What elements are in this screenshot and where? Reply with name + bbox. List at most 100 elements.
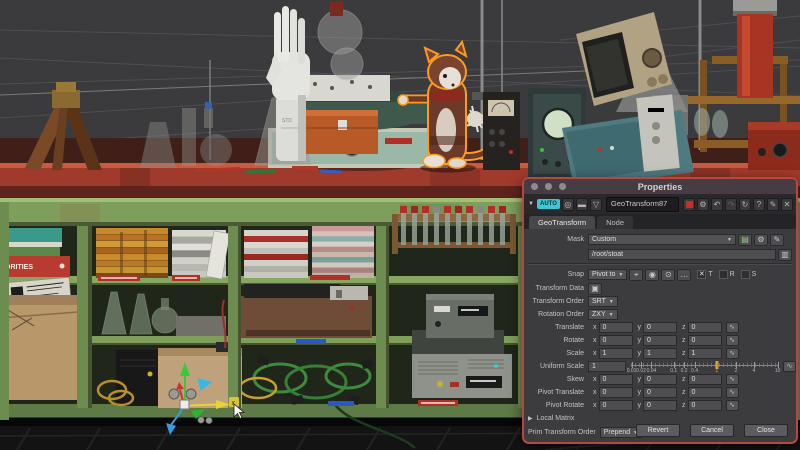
panel-tabs: GeoTransform Node [524,214,796,229]
rotation-order-dropdown[interactable]: ZXY ▼ [588,309,618,320]
snap-circle-icon[interactable]: ◉ [645,268,660,281]
curve-icon[interactable]: ∿ [725,387,739,398]
pivot-translate-y-field[interactable]: 0 [643,387,677,398]
shelf-board-games[interactable]: ORITIES [0,228,70,277]
tesla-coil[interactable] [733,0,777,98]
skew-z-field[interactable]: 0 [687,374,722,385]
skew-y-field[interactable]: 0 [643,374,677,385]
rotate-z-field[interactable]: 0 [687,335,722,346]
close-button[interactable]: Close [744,424,788,437]
pivot-translate-z-field[interactable]: 0 [687,387,722,398]
refresh-icon[interactable]: ↻ [739,197,751,211]
snap-translate-checkbox[interactable]: ✕ [697,270,707,279]
shelf-books-red-white[interactable] [244,230,308,278]
translate-y-field[interactable]: 0 [643,322,677,333]
pivot-rotate-y-field[interactable]: 0 [643,400,677,411]
snap-scale-checkbox[interactable] [740,270,750,279]
scale-z-field[interactable]: 1 [687,348,722,359]
chevron-down-icon[interactable]: ▼ [527,198,535,211]
skew-x-field[interactable]: 0 [598,374,633,385]
shelf-books-white[interactable] [172,230,231,280]
local-matrix-section[interactable]: ▶ Local Matrix [528,413,796,424]
translate-z-field[interactable]: 0 [687,322,722,333]
panel-footer: Revert Cancel Close [636,424,788,437]
curve-icon[interactable]: ∿ [725,335,739,346]
panel-titlebar[interactable]: Properties [524,179,796,194]
curve-icon[interactable]: ∿ [725,374,739,385]
voltmeter-box[interactable] [483,92,520,170]
orange-toolbox[interactable] [306,110,378,154]
scale-y-field[interactable]: 1 [643,348,677,359]
presets-icon[interactable]: ◎ [561,197,574,211]
glove-stamp: STD [282,118,292,124]
scale-x-field[interactable]: 1 [598,348,633,359]
record-button[interactable] [683,197,695,211]
revert-button[interactable]: Revert [636,424,680,437]
transform-order-label: Transform Order [532,298,584,305]
chevron-down-icon: ▼ [608,311,614,318]
curve-icon[interactable]: ∿ [725,400,739,411]
compare-icon[interactable]: ▬ [575,197,588,211]
slider-tick-label: 0.1 [670,367,678,374]
chevron-down-icon: ▼ [608,298,614,305]
curve-icon[interactable]: ∿ [725,348,739,359]
page-icon[interactable]: ▥ [778,248,792,261]
shelf-books-orange[interactable] [96,228,168,278]
slider-tick-label: 2 [734,367,738,374]
panel-header-row: ▼ AUTO ◎ ▬ ▽ GeoTransform87 ⚙ ↶ ↷ ↻ ? ✎ … [524,194,796,214]
properties-panel: Properties ▼ AUTO ◎ ▬ ▽ GeoTransform87 ⚙… [522,177,798,444]
node-name-field[interactable]: GeoTransform87 [605,196,679,212]
slider-tick-label: 10 [774,367,781,374]
collapsed-triangle-icon[interactable]: ▶ [528,415,533,422]
transform-data-label: Transform Data [535,285,584,292]
translate-x-field[interactable]: 0 [598,322,633,333]
mask-label: Mask [567,236,584,243]
uniform-scale-field[interactable]: 1 [588,361,626,372]
gear-icon[interactable]: ⚙ [697,197,709,211]
snap-target-icon[interactable]: ⌖ [629,268,644,281]
red-box-right[interactable] [748,122,800,170]
slider-tick-label: 0.01 [626,367,637,374]
pivot-rotate-z-field[interactable]: 0 [687,400,722,411]
snap-rotate-checkbox[interactable] [718,270,728,279]
snap-dot-icon[interactable]: ⊙ [661,268,676,281]
cardboard-box[interactable] [0,295,79,400]
uniform-scale-slider[interactable]: 0.01 0.02 0.04 0.1 0.2 0.4 1 2 4 10 [627,360,781,374]
filter-icon[interactable]: ▽ [589,197,602,211]
mask-dropdown[interactable]: Custom ▼ [588,234,736,245]
radio-black[interactable] [116,350,160,406]
uniform-scale-label: Uniform Scale [540,363,584,370]
tab-geotransform[interactable]: GeoTransform [529,216,596,229]
rotation-order-label: Rotation Order [538,311,584,318]
gear-icon[interactable]: ⚙ [754,233,768,246]
help-icon[interactable]: ? [753,197,765,211]
folder-icon[interactable]: ▤ [738,233,752,246]
rotate-y-field[interactable]: 0 [643,335,677,346]
auto-badge[interactable]: AUTO [537,199,560,209]
cancel-button[interactable]: Cancel [690,424,734,437]
tab-node[interactable]: Node [597,216,634,229]
pivot-rotate-label: Pivot Rotate [545,402,584,409]
curve-icon[interactable]: ∿ [783,361,796,372]
prim-transform-order-label: Prim Transform Order [528,429,596,436]
snap-mode-dropdown[interactable]: Pivot to ▼ [588,269,628,280]
application-window: ORITIES STD x Properties ▼ AUTO ◎ ▬ ▽ Ge… [0,0,800,450]
redo-icon[interactable]: ↷ [725,197,737,211]
pencil-icon[interactable]: ✎ [770,233,784,246]
skew-label: Skew [566,376,584,383]
rotate-x-field[interactable]: 0 [598,335,633,346]
pivot-translate-x-field[interactable]: 0 [598,387,633,398]
layers-icon[interactable]: ▣ [588,282,602,295]
mask-path-field[interactable]: /root/stoat [588,249,776,260]
magazine-stack[interactable] [310,226,374,280]
more-options-icon[interactable]: … [677,268,692,281]
close-icon[interactable]: ✕ [781,197,793,211]
slider-tick-label: 0.02 [636,367,646,374]
slider-tick-label: 1 [715,367,719,374]
pin-icon[interactable]: ✎ [767,197,779,211]
undo-icon[interactable]: ↶ [711,197,723,211]
transform-order-dropdown[interactable]: SRT ▼ [588,296,618,307]
pivot-rotate-x-field[interactable]: 0 [598,400,633,411]
curve-icon[interactable]: ∿ [725,322,739,333]
record-player[interactable] [240,284,372,338]
